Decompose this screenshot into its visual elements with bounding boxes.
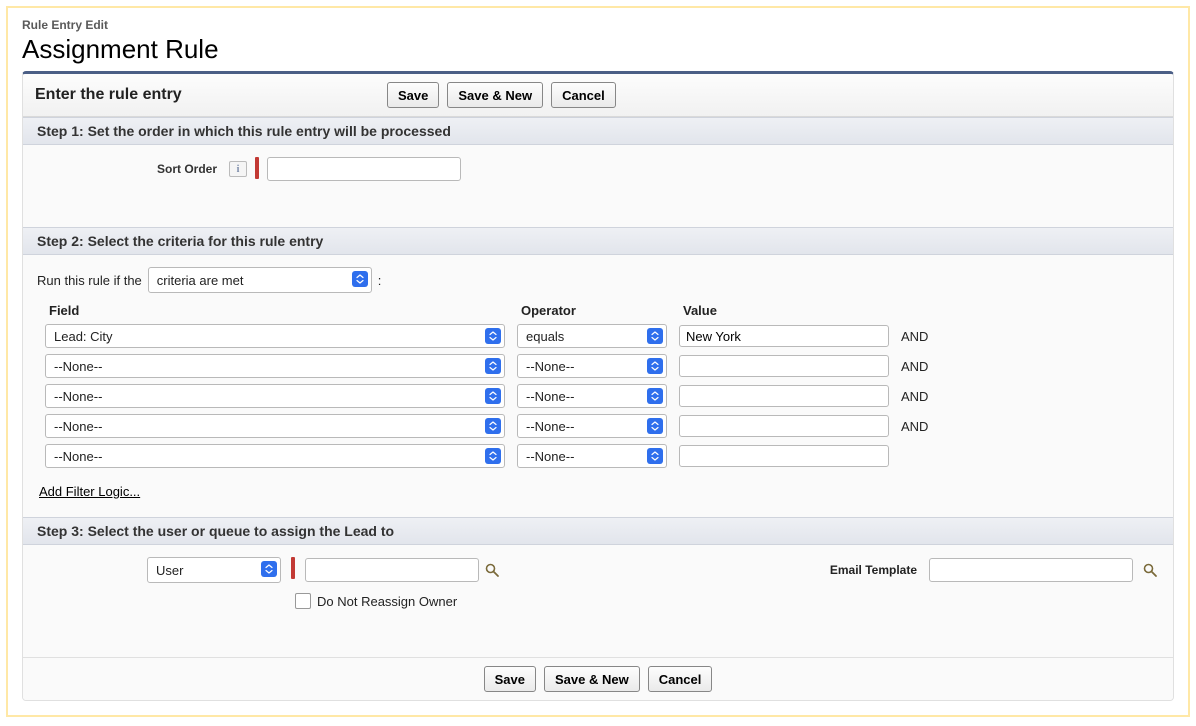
criteria-field-select[interactable]: Lead: City [45, 324, 505, 348]
criteria-row: --None-- --None-- AND [37, 414, 1159, 438]
criteria-operator-value: --None-- [526, 389, 574, 404]
select-caret-icon [647, 358, 663, 374]
logic-and: AND [901, 359, 961, 374]
email-template-input[interactable] [929, 558, 1133, 582]
save-button[interactable]: Save [387, 82, 439, 108]
run-mode-select[interactable]: criteria are met [148, 267, 372, 293]
select-caret-icon [647, 418, 663, 434]
do-not-reassign-row: Do Not Reassign Owner [295, 593, 1159, 639]
criteria-field-value: --None-- [54, 419, 102, 434]
step2-body: Run this rule if the criteria are met : … [23, 255, 1173, 517]
criteria-operator-value: equals [526, 329, 564, 344]
criteria-operator-select[interactable]: equals [517, 324, 667, 348]
cancel-button-footer[interactable]: Cancel [648, 666, 713, 692]
criteria-row: --None-- --None-- [37, 444, 1159, 468]
criteria-field-value: --None-- [54, 359, 102, 374]
criteria-row: --None-- --None-- AND [37, 354, 1159, 378]
logic-and: AND [901, 389, 961, 404]
select-caret-icon [647, 448, 663, 464]
criteria-operator-value: --None-- [526, 449, 574, 464]
criteria-row: --None-- --None-- AND [37, 384, 1159, 408]
magnifier-icon[interactable] [483, 561, 501, 579]
select-caret-icon [485, 388, 501, 404]
step1-header: Step 1: Set the order in which this rule… [23, 117, 1173, 145]
cancel-button[interactable]: Cancel [551, 82, 616, 108]
sort-order-input[interactable] [267, 157, 461, 181]
select-caret-icon [647, 388, 663, 404]
criteria-field-value: Lead: City [54, 329, 113, 344]
criteria-field-select[interactable]: --None-- [45, 444, 505, 468]
breadcrumb: Rule Entry Edit [22, 18, 1174, 32]
logic-and: AND [901, 329, 961, 344]
criteria-field-select[interactable]: --None-- [45, 384, 505, 408]
criteria-value-input[interactable] [679, 355, 889, 377]
criteria-operator-select[interactable]: --None-- [517, 354, 667, 378]
run-rule-prefix: Run this rule if the [37, 273, 142, 288]
criteria-field-select[interactable]: --None-- [45, 414, 505, 438]
criteria-row: Lead: City equals AND [37, 324, 1159, 348]
assign-value-input[interactable] [305, 558, 479, 582]
assignment-rule-panel: Enter the rule entry Save Save & New Can… [22, 71, 1174, 701]
column-field-header: Field [45, 303, 505, 318]
criteria-value-input[interactable] [679, 325, 889, 347]
select-caret-icon [485, 448, 501, 464]
panel-title: Enter the rule entry [35, 86, 375, 104]
email-template-group: Email Template [830, 558, 1159, 582]
save-button-footer[interactable]: Save [484, 666, 536, 692]
step3-body: User Email Template [23, 545, 1173, 657]
step3-assign-row: User Email Template [147, 557, 1159, 583]
criteria-headers: Field Operator Value [37, 303, 1159, 318]
assign-type-value: User [156, 563, 183, 578]
criteria-field-select[interactable]: --None-- [45, 354, 505, 378]
save-and-new-button-footer[interactable]: Save & New [544, 666, 640, 692]
column-operator-header: Operator [517, 303, 667, 318]
required-indicator [255, 157, 259, 179]
required-indicator [291, 557, 295, 579]
do-not-reassign-checkbox[interactable] [295, 593, 311, 609]
criteria-field-value: --None-- [54, 389, 102, 404]
criteria-field-value: --None-- [54, 449, 102, 464]
criteria-operator-select[interactable]: --None-- [517, 384, 667, 408]
criteria-operator-select[interactable]: --None-- [517, 444, 667, 468]
page-title: Assignment Rule [22, 34, 1174, 65]
select-caret-icon [352, 271, 368, 287]
select-caret-icon [261, 561, 277, 577]
run-mode-value: criteria are met [157, 273, 244, 288]
criteria-value-input[interactable] [679, 385, 889, 407]
column-value-header: Value [679, 303, 889, 318]
info-icon[interactable]: i [229, 161, 247, 177]
criteria-operator-select[interactable]: --None-- [517, 414, 667, 438]
criteria-value-input[interactable] [679, 445, 889, 467]
save-and-new-button[interactable]: Save & New [447, 82, 543, 108]
logic-and: AND [901, 419, 961, 434]
assign-value-group [305, 558, 501, 582]
do-not-reassign-label: Do Not Reassign Owner [317, 594, 457, 609]
select-caret-icon [485, 418, 501, 434]
sort-order-label: Sort Order [157, 162, 217, 176]
email-template-label: Email Template [830, 563, 917, 577]
assign-type-select[interactable]: User [147, 557, 281, 583]
panel-footer: Save Save & New Cancel [23, 657, 1173, 700]
criteria-operator-value: --None-- [526, 419, 574, 434]
criteria-operator-value: --None-- [526, 359, 574, 374]
panel-header: Enter the rule entry Save Save & New Can… [23, 74, 1173, 117]
select-caret-icon [485, 358, 501, 374]
select-caret-icon [647, 328, 663, 344]
header-button-row: Save Save & New Cancel [387, 82, 616, 108]
step3-header: Step 3: Select the user or queue to assi… [23, 517, 1173, 545]
add-filter-logic-link[interactable]: Add Filter Logic... [39, 484, 140, 499]
step2-header: Step 2: Select the criteria for this rul… [23, 227, 1173, 255]
run-rule-row: Run this rule if the criteria are met : [37, 267, 1159, 293]
magnifier-icon[interactable] [1141, 561, 1159, 579]
step1-body: Sort Order i [23, 145, 1173, 227]
criteria-value-input[interactable] [679, 415, 889, 437]
colon-label: : [378, 273, 382, 288]
sort-order-row: Sort Order i [157, 157, 1159, 209]
select-caret-icon [485, 328, 501, 344]
